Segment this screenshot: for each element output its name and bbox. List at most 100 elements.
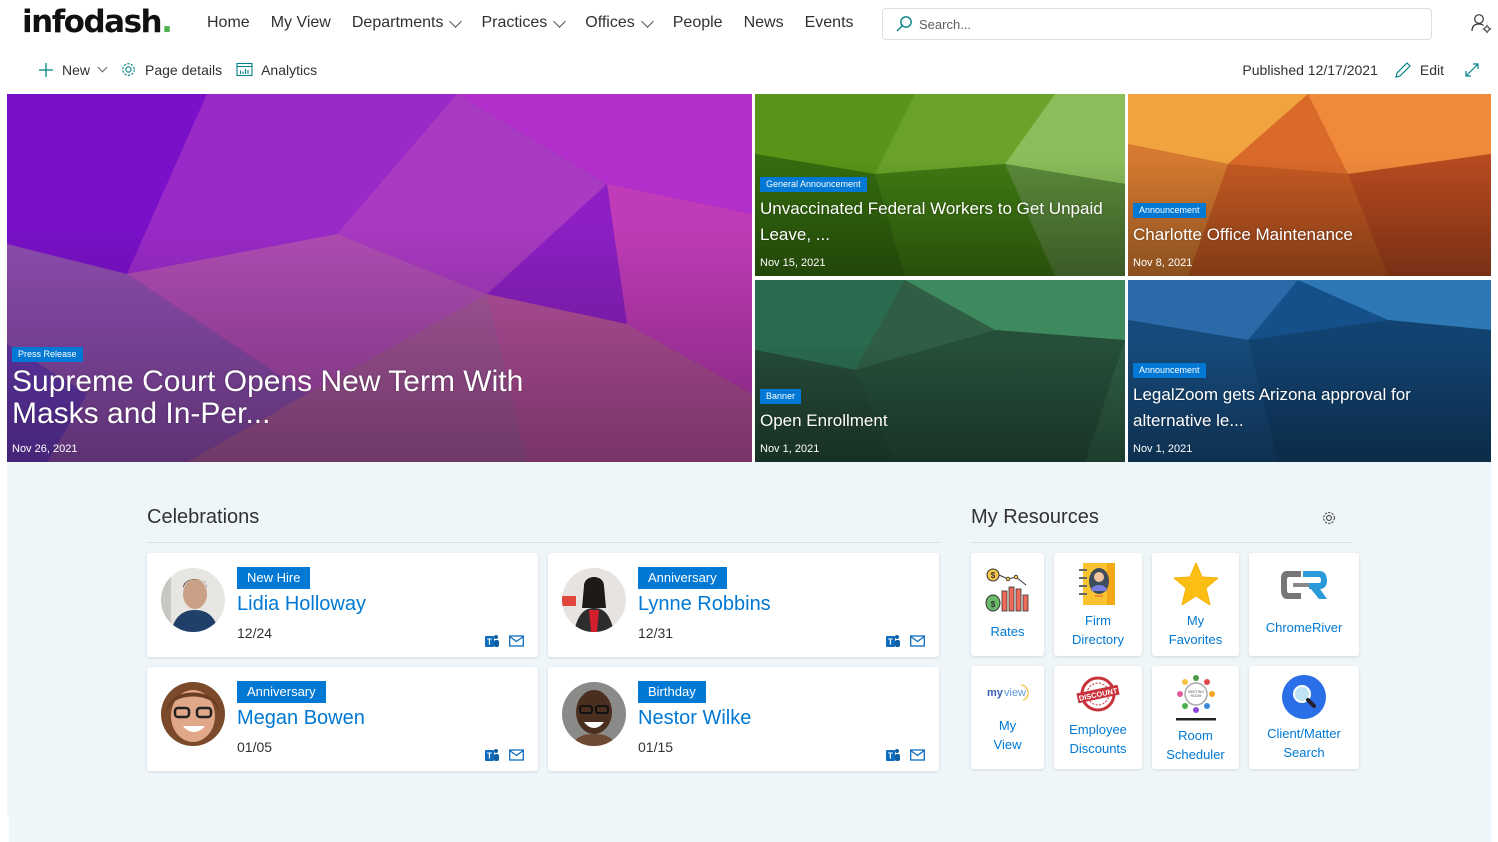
gear-icon bbox=[122, 63, 135, 76]
search-box[interactable] bbox=[882, 8, 1432, 40]
teams-icon[interactable]: T bbox=[484, 747, 500, 763]
mail-icon[interactable] bbox=[509, 749, 524, 761]
nav-item-home[interactable]: Home bbox=[207, 14, 250, 32]
category-badge: General Announcement bbox=[760, 177, 867, 192]
news-date: Nov 8, 2021 bbox=[1133, 257, 1193, 269]
news-date: Nov 26, 2021 bbox=[12, 443, 78, 455]
celebration-type-badge: Anniversary bbox=[237, 681, 326, 703]
nav-item-offices[interactable]: Offices bbox=[585, 14, 654, 32]
divider bbox=[147, 542, 939, 543]
resource-tile-room-scheduler[interactable]: MEETING ROOM Room Scheduler bbox=[1152, 666, 1239, 769]
nav-label: My View bbox=[270, 14, 331, 31]
page-details-button[interactable]: Page details bbox=[120, 61, 222, 78]
divider bbox=[971, 542, 1351, 543]
news-title[interactable]: Charlotte Office Maintenance bbox=[1133, 222, 1481, 248]
nav-label: People bbox=[672, 14, 723, 31]
hero-tile[interactable]: Announcement LegalZoom gets Arizona appr… bbox=[1128, 280, 1491, 462]
avatar[interactable] bbox=[562, 568, 626, 632]
mail-icon[interactable] bbox=[509, 635, 524, 647]
mail-icon[interactable] bbox=[910, 749, 925, 761]
star-icon bbox=[1173, 562, 1218, 606]
rates-chart-icon: $ $ bbox=[985, 568, 1028, 612]
resource-label: Search bbox=[1283, 745, 1325, 760]
edit-button[interactable]: Edit bbox=[1394, 61, 1444, 79]
svg-text:T: T bbox=[487, 638, 492, 647]
news-title[interactable]: Open Enrollment bbox=[760, 408, 1115, 434]
chevron-down-icon bbox=[640, 14, 654, 28]
svg-text:my: my bbox=[987, 687, 1004, 699]
new-button[interactable]: New bbox=[38, 61, 108, 78]
analytics-chart-icon bbox=[236, 62, 253, 77]
resource-tile-employee-discounts[interactable]: DISCOUNT Employee Discounts bbox=[1054, 666, 1142, 769]
category-badge: Announcement bbox=[1133, 203, 1206, 218]
nav-item-practices[interactable]: Practices bbox=[481, 14, 567, 32]
news-date: Nov 1, 2021 bbox=[1133, 443, 1193, 455]
chevron-down-icon bbox=[449, 14, 463, 28]
hero-tile[interactable]: General Announcement Unvaccinated Federa… bbox=[755, 94, 1125, 276]
avatar[interactable] bbox=[161, 682, 225, 746]
analytics-label: Analytics bbox=[261, 61, 318, 78]
celebration-date: 01/05 bbox=[237, 739, 273, 755]
resource-tile-rates[interactable]: $ $ Rates bbox=[971, 553, 1044, 656]
celebration-date: 01/15 bbox=[638, 739, 674, 755]
category-badge: Banner bbox=[760, 389, 802, 404]
command-bar: New Page details Analytics Published 12/… bbox=[0, 56, 1498, 88]
person-name-link[interactable]: Lidia Holloway bbox=[237, 593, 366, 616]
resource-tile-my-view[interactable]: my view My View bbox=[971, 666, 1044, 769]
chevron-down-icon bbox=[553, 14, 567, 28]
svg-text:T: T bbox=[888, 638, 893, 647]
celebration-card: Anniversary Lynne Robbins 12/31 T bbox=[548, 553, 939, 657]
hero-tile[interactable]: Banner Open Enrollment Nov 1, 2021 bbox=[755, 280, 1125, 462]
resource-label: ChromeRiver bbox=[1265, 620, 1343, 635]
svg-text:$: $ bbox=[990, 600, 995, 609]
nav-item-my-view[interactable]: My View bbox=[271, 14, 331, 32]
avatar[interactable] bbox=[562, 682, 626, 746]
mail-icon[interactable] bbox=[910, 635, 925, 647]
nav-item-events[interactable]: Events bbox=[805, 14, 854, 32]
category-badge: Announcement bbox=[1133, 363, 1206, 378]
resource-tile-chromeriver[interactable]: ChromeRiver bbox=[1249, 553, 1359, 656]
resource-label: Directory bbox=[1071, 632, 1124, 647]
nav-menu: Home My View Departments Practices Offic… bbox=[207, 14, 875, 32]
news-date: Nov 1, 2021 bbox=[760, 443, 820, 455]
teams-icon[interactable]: T bbox=[484, 633, 500, 649]
top-navigation: infodash. Home My View Departments Pract… bbox=[0, 0, 1498, 50]
nav-item-people[interactable]: People bbox=[673, 14, 723, 32]
celebration-card: Anniversary Megan Bowen 01/05 T bbox=[147, 667, 538, 771]
resource-label: Scheduler bbox=[1166, 747, 1225, 762]
resource-tile-firm-directory[interactable]: Firm Directory bbox=[1054, 553, 1142, 656]
news-title[interactable]: Supreme Court Opens New Term With Masks … bbox=[12, 366, 552, 430]
person-name-link[interactable]: Lynne Robbins bbox=[638, 593, 771, 616]
teams-icon[interactable]: T bbox=[885, 633, 901, 649]
gear-icon[interactable] bbox=[1321, 510, 1337, 526]
person-name-link[interactable]: Nestor Wilke bbox=[638, 707, 751, 730]
news-title[interactable]: LegalZoom gets Arizona approval for alte… bbox=[1133, 382, 1481, 434]
celebration-type-badge: Birthday bbox=[638, 681, 706, 703]
hero-tile[interactable]: Announcement Charlotte Office Maintenanc… bbox=[1128, 94, 1491, 276]
svg-text:ROOM: ROOM bbox=[1190, 694, 1201, 698]
logo-dot: . bbox=[161, 4, 173, 40]
page-details-label: Page details bbox=[145, 61, 223, 78]
resource-tile-my-favorites[interactable]: My Favorites bbox=[1152, 553, 1239, 656]
celebration-card: Birthday Nestor Wilke 01/15 T bbox=[548, 667, 939, 771]
celebration-type-badge: New Hire bbox=[237, 567, 311, 589]
person-settings-icon[interactable] bbox=[1470, 12, 1492, 34]
search-input[interactable] bbox=[919, 16, 1419, 32]
hero-tile-main[interactable]: Press Release Supreme Court Opens New Te… bbox=[7, 94, 752, 462]
analytics-button[interactable]: Analytics bbox=[236, 62, 317, 78]
person-name-link[interactable]: Megan Bowen bbox=[237, 707, 365, 730]
nav-item-departments[interactable]: Departments bbox=[352, 14, 463, 32]
expand-icon[interactable] bbox=[1464, 62, 1480, 78]
myview-logo-icon: my view bbox=[987, 684, 1029, 701]
svg-text:$: $ bbox=[990, 571, 995, 580]
infodash-logo[interactable]: infodash. bbox=[22, 2, 173, 42]
nav-item-news[interactable]: News bbox=[744, 14, 784, 32]
teams-icon[interactable]: T bbox=[885, 747, 901, 763]
news-title[interactable]: Unvaccinated Federal Workers to Get Unpa… bbox=[760, 196, 1115, 248]
resource-tile-client-matter-search[interactable]: Client/Matter Search bbox=[1249, 666, 1359, 769]
new-label: New bbox=[62, 61, 91, 78]
resource-label: My bbox=[998, 718, 1017, 733]
resource-label: Favorites bbox=[1168, 632, 1223, 647]
chromeriver-logo-icon bbox=[1281, 571, 1327, 599]
avatar[interactable] bbox=[161, 568, 225, 632]
